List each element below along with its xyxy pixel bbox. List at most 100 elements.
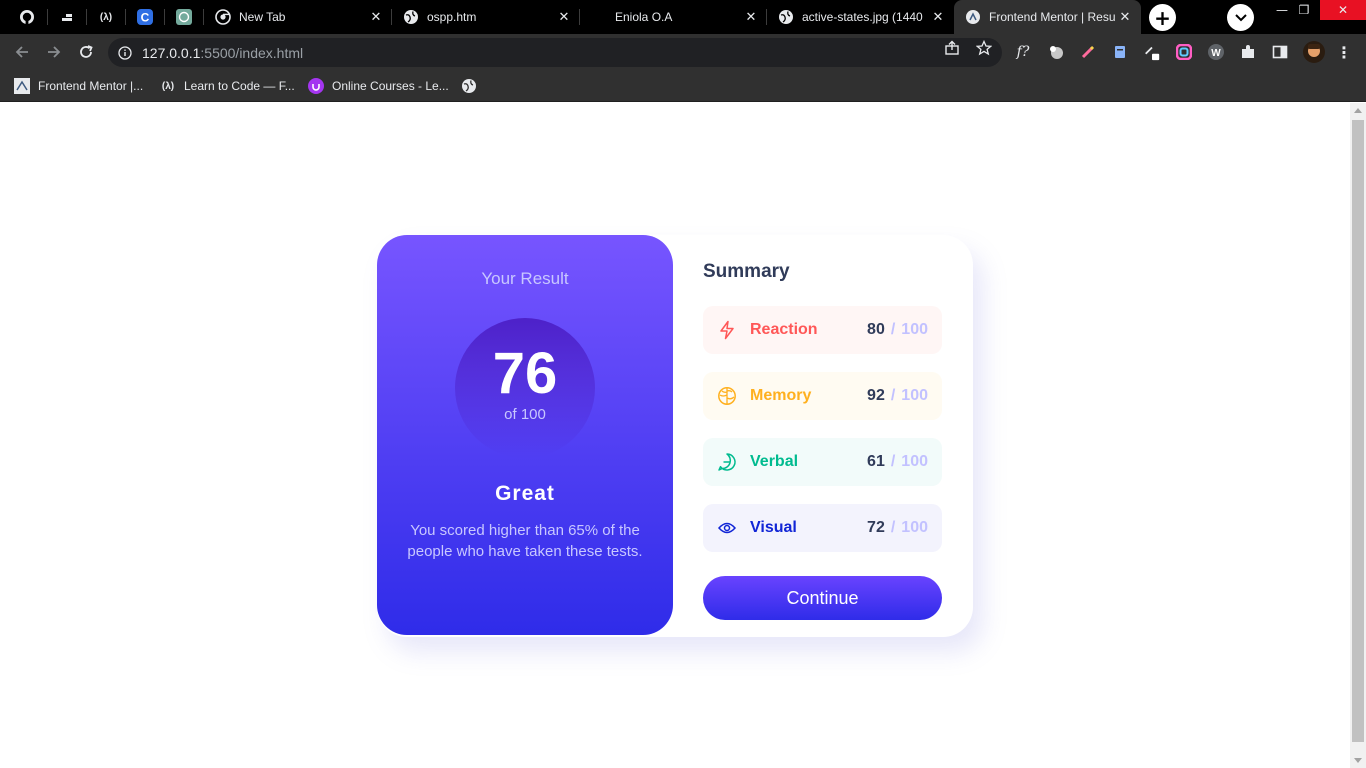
bookmark-star-icon[interactable]: [975, 39, 993, 57]
summary-item-verbal: Verbal 61 / 100: [703, 438, 942, 486]
lightning-icon: [717, 320, 737, 340]
tab-title: ospp.htm: [427, 10, 477, 24]
tab-active-states[interactable]: active-states.jpg (1440 ✕: [767, 0, 954, 34]
info-icon[interactable]: [118, 45, 132, 60]
reload-icon: [80, 45, 93, 58]
extension-eyedropper-icon[interactable]: [1143, 43, 1161, 61]
url-host: 127.0.0.1: [142, 44, 201, 61]
result-panel: Your Result 76 of 100 Great You scored h…: [377, 235, 673, 635]
tab-freecodecamp[interactable]: (λ): [87, 0, 126, 34]
result-description: You scored higher than 65% of the people…: [407, 522, 643, 560]
summary-panel: Summary Reaction 80 / 100 Memory 92 / 10…: [703, 235, 943, 635]
frontend-mentor-icon: [14, 78, 30, 94]
bookmark-label: Frontend Mentor |...: [38, 79, 144, 93]
score-circle: 76 of 100: [455, 318, 595, 458]
udemy-icon: [308, 78, 324, 94]
summary-item-separator: /: [890, 453, 896, 470]
tab-app[interactable]: [48, 0, 87, 34]
close-icon[interactable]: ✕: [368, 9, 384, 25]
share-icon[interactable]: [943, 39, 961, 57]
chevron-down-icon: [1234, 13, 1247, 21]
freecodecamp-icon: (λ): [99, 11, 113, 23]
frontend-mentor-icon: [965, 9, 981, 25]
extension-w-icon[interactable]: W: [1207, 43, 1225, 61]
summary-item-label: Visual: [750, 519, 797, 536]
result-heading: Your Result: [481, 269, 569, 288]
bookmark-udemy[interactable]: Online Courses - Le...: [308, 76, 449, 96]
vertical-scrollbar[interactable]: [1350, 103, 1366, 768]
tab-c[interactable]: C: [126, 0, 165, 34]
summary-item-memory: Memory 92 / 100: [703, 372, 942, 420]
back-arrow-icon: [15, 46, 28, 58]
tab-ospp[interactable]: ospp.htm ✕: [392, 0, 580, 34]
summary-item-score: 80: [867, 321, 885, 338]
chat-icon: [717, 452, 737, 472]
extension-doc-icon[interactable]: [1111, 43, 1129, 61]
close-icon[interactable]: ✕: [556, 9, 572, 25]
summary-item-separator: /: [890, 387, 896, 404]
summary-item-max: 100: [901, 321, 928, 338]
tab-title: Frontend Mentor | Resu: [989, 10, 1116, 24]
profile-avatar[interactable]: [1303, 41, 1325, 63]
bookmark-globe[interactable]: [461, 76, 485, 96]
extension-ball-icon[interactable]: [1047, 43, 1065, 61]
kebab-menu-icon[interactable]: ⋮: [1335, 43, 1353, 62]
tab-strip: (λ) C New Tab ✕ ospp.htm ✕ Eniola O.A ✕: [0, 0, 1366, 34]
summary-item-score: 61: [867, 453, 885, 470]
tab-search-button[interactable]: [1227, 4, 1254, 31]
bookmark-label: Learn to Code — F...: [184, 79, 295, 93]
freecodecamp-icon: (λ): [161, 80, 175, 92]
summary-item-separator: /: [890, 519, 896, 536]
page-viewport: Your Result 76 of 100 Great You scored h…: [0, 103, 1350, 768]
svg-text:W: W: [1211, 48, 1221, 59]
close-icon[interactable]: ✕: [743, 9, 759, 25]
bookmark-label: Online Courses - Le...: [332, 79, 449, 93]
url-text: 127.0.0.1:5500/index.html: [142, 45, 303, 61]
summary-item-label: Memory: [750, 387, 812, 404]
eye-icon: [717, 518, 737, 538]
summary-heading: Summary: [703, 261, 790, 282]
result-grade: Great: [495, 482, 555, 505]
bookmark-freecodecamp[interactable]: (λ) Learn to Code — F...: [160, 76, 295, 96]
formula-extension-icon[interactable]: f?: [1014, 43, 1032, 61]
tab-github[interactable]: [8, 0, 48, 34]
tab-title: Eniola O.A: [615, 10, 673, 24]
side-panel-icon[interactable]: [1271, 43, 1289, 61]
scroll-down-arrow-icon[interactable]: [1354, 758, 1362, 763]
extension-pen-icon[interactable]: [1079, 43, 1097, 61]
extension-color-icon[interactable]: [1175, 43, 1193, 61]
scrollbar-thumb[interactable]: [1352, 120, 1364, 742]
new-tab-button[interactable]: +: [1149, 4, 1176, 31]
tab-new-tab[interactable]: New Tab ✕: [204, 0, 392, 34]
bookmarks-bar: Frontend Mentor |... (λ) Learn to Code —…: [0, 71, 1366, 102]
globe-icon: [778, 9, 794, 25]
reload-button[interactable]: [74, 40, 98, 64]
puzzle-icon[interactable]: [1239, 43, 1257, 61]
address-bar[interactable]: 127.0.0.1:5500/index.html: [108, 38, 1002, 67]
continue-button[interactable]: Continue: [703, 576, 942, 620]
score-value: 76: [492, 341, 558, 406]
tab-chatgpt[interactable]: [165, 0, 204, 34]
chatgpt-icon: [176, 9, 192, 25]
score-out-of: of 100: [504, 406, 546, 423]
app-icon: [59, 9, 75, 25]
svg-text:C: C: [141, 11, 150, 25]
brain-icon: [717, 386, 737, 406]
summary-item-max: 100: [901, 387, 928, 404]
close-icon[interactable]: ✕: [1117, 9, 1133, 25]
summary-item-max: 100: [901, 519, 928, 536]
close-icon[interactable]: ✕: [930, 9, 946, 25]
bookmark-frontend-mentor[interactable]: Frontend Mentor |...: [14, 76, 143, 96]
tab-frontend-mentor[interactable]: Frontend Mentor | Resu ✕: [954, 0, 1141, 34]
back-button[interactable]: [10, 40, 34, 64]
tab-eniola[interactable]: Eniola O.A ✕: [580, 0, 767, 34]
scroll-up-arrow-icon[interactable]: [1354, 108, 1362, 113]
tab-title: active-states.jpg (1440: [802, 10, 923, 24]
close-window-button[interactable]: ✕: [1320, 0, 1366, 20]
forward-button[interactable]: [42, 40, 66, 64]
summary-item-max: 100: [901, 453, 928, 470]
globe-icon: [403, 9, 419, 25]
browser-toolbar: 127.0.0.1:5500/index.html f? W ⋮: [0, 34, 1366, 71]
summary-item-label: Reaction: [750, 321, 818, 338]
summary-item-separator: /: [890, 321, 896, 338]
